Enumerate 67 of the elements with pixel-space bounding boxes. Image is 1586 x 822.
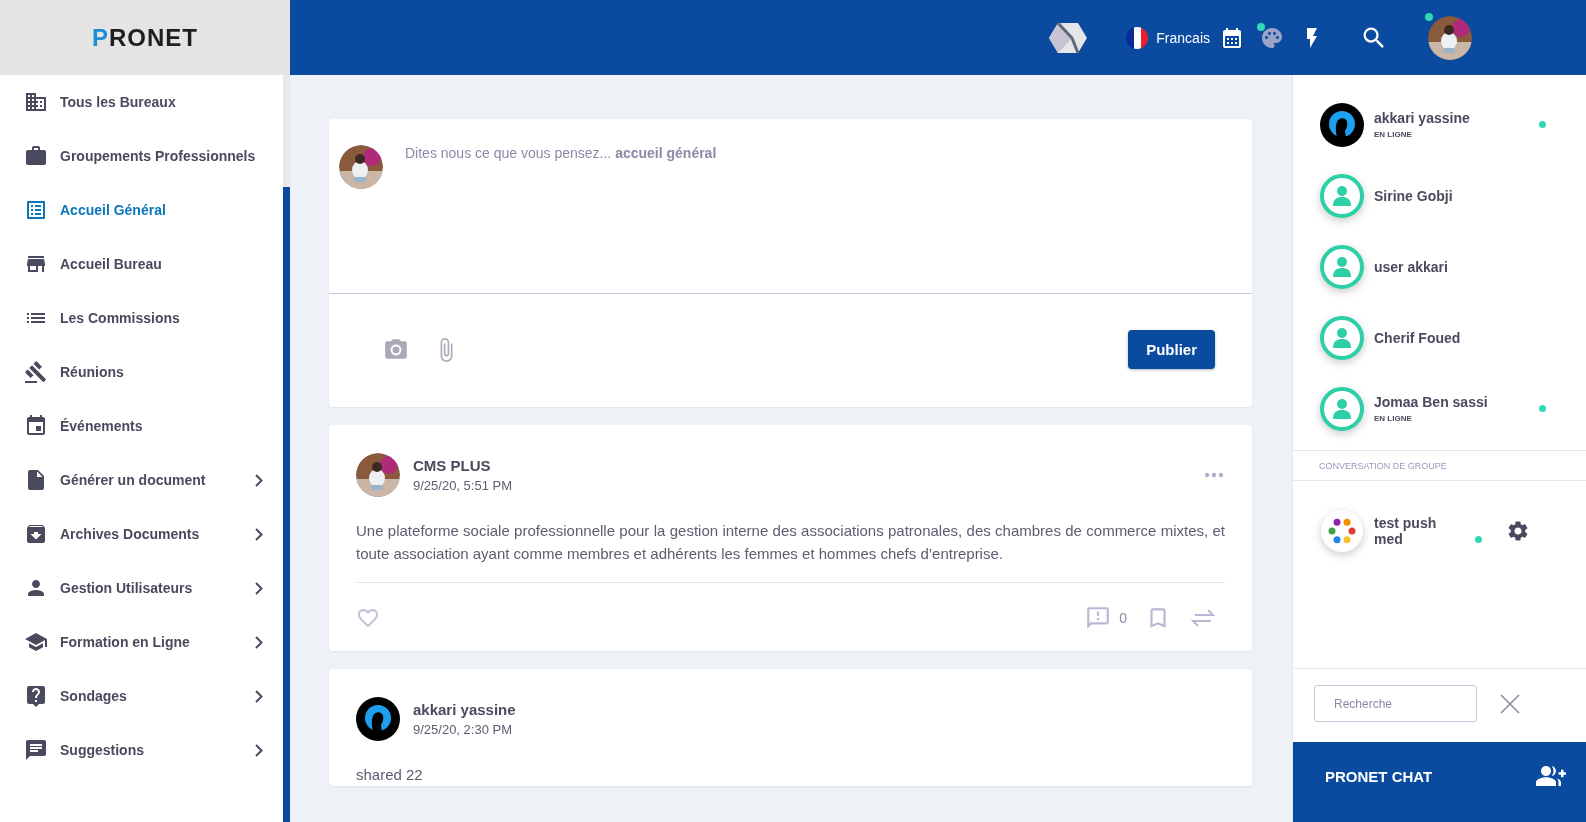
sidebar-item[interactable]: Tous les Bureaux [0, 75, 283, 129]
contact-name: Jomaa Ben sassi [1374, 394, 1489, 410]
document-list-icon [24, 198, 48, 222]
group-name: test push med [1374, 514, 1438, 547]
building-icon [24, 90, 48, 114]
help-icon [24, 684, 48, 708]
contact-status: EN LIGNE [1374, 414, 1413, 423]
post-text: Une plateforme sociale professionnelle pour la gestion interne des associations patronales, des chambres de commerce mixtes, et toute association ayant comme membres et adhérents les femmes et hommes chefs d’entreprise. [356, 521, 1225, 564]
post-text: shared 22 [356, 765, 424, 785]
group-heading: CONVERSATION DE GROUPE [1319, 460, 1447, 471]
more-icon[interactable] [1204, 472, 1224, 478]
contact-name: Sirine Gobji [1374, 187, 1454, 204]
palette-icon[interactable] [1260, 25, 1284, 50]
avatar-person-icon [1320, 315, 1364, 360]
contact-name: akkari yassine [1374, 110, 1471, 126]
avatar-person-icon [1320, 244, 1364, 289]
post-author: CMS PLUS [413, 457, 492, 474]
group-row[interactable]: test push med [1293, 495, 1586, 566]
calendar-icon[interactable] [1220, 25, 1244, 50]
post-author: akkari yassine [413, 701, 517, 718]
contact-name: user akkari [1374, 258, 1449, 275]
search-field[interactable]: Recherche [1314, 685, 1477, 722]
contact-row[interactable]: akkari yassine EN LIGNE [1293, 89, 1586, 160]
comment-icon[interactable] [1085, 605, 1112, 631]
sidebar-item[interactable]: Formation en Ligne [0, 615, 283, 669]
contact-row[interactable]: Jomaa Ben sassi EN LIGNE [1293, 373, 1586, 444]
contact-status: EN LIGNE [1374, 130, 1413, 139]
chat-icon [24, 738, 48, 762]
close-icon[interactable] [1499, 692, 1521, 715]
avatar-silhouette-icon [356, 697, 400, 741]
post-time: 9/25/20, 2:30 PM [413, 722, 513, 737]
sidebar-item[interactable]: Accueil Bureau [0, 237, 283, 291]
sidebar-item[interactable]: Générer un document [0, 453, 283, 507]
sidebar-item[interactable]: Suggestions [0, 723, 283, 777]
briefcase-icon [24, 144, 48, 168]
sidebar-item[interactable]: Événements [0, 399, 283, 453]
sidebar-item[interactable]: Réunions [0, 345, 283, 399]
sidebar-item[interactable]: Archives Documents [0, 507, 283, 561]
sidebar-item[interactable]: Accueil Général [0, 183, 283, 237]
logo: PRONET [92, 23, 198, 52]
share-arrows-icon[interactable] [1189, 607, 1217, 629]
avatar-silhouette-icon [1320, 102, 1364, 147]
chat-title: PRONET CHAT [1325, 767, 1433, 785]
hexagon-logo-icon[interactable] [1048, 20, 1089, 55]
contact-row[interactable]: Sirine Gobji [1293, 160, 1586, 231]
heart-icon[interactable] [356, 606, 380, 630]
scrollbar-thumb[interactable] [283, 187, 290, 822]
post-time: 9/25/20, 5:51 PM [413, 478, 513, 493]
sidebar-item[interactable]: Groupements Professionnels [0, 129, 283, 183]
sidebar-item[interactable]: Les Commissions [0, 291, 283, 345]
contact-row[interactable]: Cherif Foued [1293, 302, 1586, 373]
contact-row[interactable]: user akkari [1293, 231, 1586, 302]
avatar-person-icon [1320, 173, 1364, 218]
avatar-person-icon [1320, 386, 1364, 431]
gavel-icon [24, 360, 48, 384]
settings-icon[interactable] [1506, 518, 1530, 543]
flag-icon [1126, 26, 1149, 49]
contact-name: Cherif Foued [1374, 329, 1462, 346]
sidebar-item[interactable]: Sondages [0, 669, 283, 723]
publish-button[interactable]: Publier [1128, 330, 1215, 369]
archive-icon [24, 522, 48, 546]
language-selector[interactable]: Francais [1126, 26, 1210, 49]
comment-count: 0 [1119, 610, 1127, 626]
graduation-cap-icon [24, 630, 48, 654]
calendar-icon [24, 414, 48, 438]
profile-avatar[interactable] [1428, 15, 1472, 60]
sidebar-item[interactable]: Gestion Utilisateurs [0, 561, 283, 615]
